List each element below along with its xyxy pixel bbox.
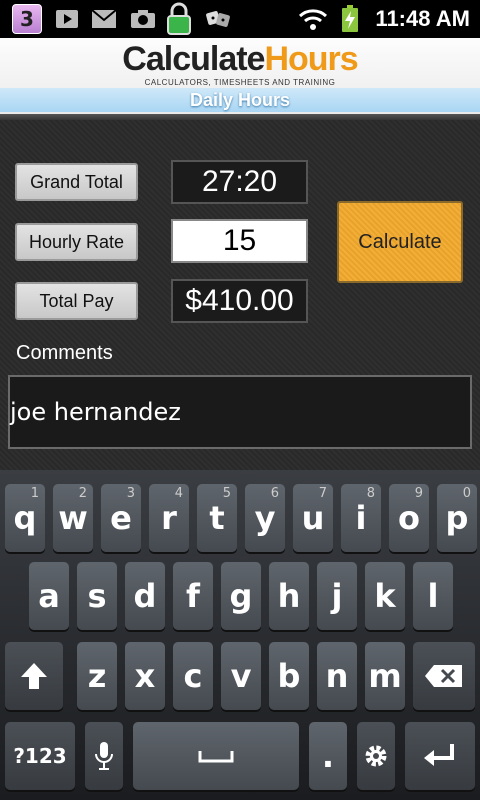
key-z[interactable]: z <box>77 642 117 710</box>
space-icon <box>198 751 234 763</box>
calculator-panel: Grand Total 27:20 Hourly Rate 15 Total P… <box>0 120 480 470</box>
grand-total-value: 27:20 <box>171 160 308 204</box>
key-v[interactable]: v <box>221 642 261 710</box>
logo-part-hours: Hours <box>264 40 358 78</box>
gmail-icon <box>90 5 118 33</box>
key-i[interactable]: 8i <box>341 484 381 552</box>
key-label: t <box>209 499 225 537</box>
calculate-button[interactable]: Calculate <box>337 201 463 283</box>
logo-tagline: CALCULATORS, TIMESHEETS AND TRAINING <box>144 78 336 87</box>
key-hint: 8 <box>366 486 375 501</box>
notification-count: 3 <box>20 7 34 31</box>
key-s[interactable]: s <box>77 562 117 630</box>
key-n[interactable]: n <box>317 642 357 710</box>
wifi-icon <box>298 5 328 33</box>
notification-badge-icon[interactable]: 3 <box>12 4 42 34</box>
voice-input-key[interactable] <box>85 722 123 790</box>
key-h[interactable]: h <box>269 562 309 630</box>
key-r[interactable]: 4r <box>149 484 189 552</box>
key-hint: 2 <box>78 486 87 501</box>
enter-key[interactable] <box>405 722 475 790</box>
total-pay-value: $410.00 <box>171 279 308 323</box>
key-q[interactable]: 1q <box>5 484 45 552</box>
status-time: 11:48 AM <box>375 6 470 31</box>
key-p[interactable]: 0p <box>437 484 477 552</box>
key-hint: 4 <box>174 486 183 501</box>
youtube-icon <box>54 5 80 33</box>
logo-part-calculate: Calculate <box>122 40 265 78</box>
key-label: e <box>110 499 132 537</box>
key-hint: 7 <box>318 486 327 501</box>
shift-icon <box>21 663 47 689</box>
camera-icon <box>130 5 156 33</box>
key-f[interactable]: f <box>173 562 213 630</box>
total-pay-button[interactable]: Total Pay <box>15 282 138 320</box>
key-label: o <box>398 499 420 537</box>
key-l[interactable]: l <box>413 562 453 630</box>
key-c[interactable]: c <box>173 642 213 710</box>
gear-icon <box>365 745 387 767</box>
key-hint: 1 <box>30 486 39 501</box>
key-e[interactable]: 3e <box>101 484 141 552</box>
grand-total-button[interactable]: Grand Total <box>15 163 138 201</box>
dice-icon <box>204 5 232 33</box>
key-y[interactable]: 6y <box>245 484 285 552</box>
key-hint: 0 <box>462 486 471 501</box>
key-label: i <box>355 499 367 537</box>
key-m[interactable]: m <box>365 642 405 710</box>
lock-icon <box>164 2 194 36</box>
comments-label: Comments <box>16 342 113 364</box>
key-b[interactable]: b <box>269 642 309 710</box>
key-hint: 3 <box>126 486 135 501</box>
key-k[interactable]: k <box>365 562 405 630</box>
settings-key[interactable] <box>357 722 395 790</box>
microphone-icon <box>95 742 113 770</box>
backspace-key[interactable] <box>413 642 475 710</box>
key-a[interactable]: a <box>29 562 69 630</box>
key-label: u <box>301 499 325 537</box>
key-label: r <box>161 499 177 537</box>
key-label: p <box>445 499 469 537</box>
key-t[interactable]: 5t <box>197 484 237 552</box>
status-bar: 3 11:48 AM <box>0 0 480 38</box>
key-w[interactable]: 2w <box>53 484 93 552</box>
key-label: w <box>58 499 88 537</box>
period-key[interactable]: . <box>309 722 347 790</box>
soft-keyboard: 1q 2w 3e 4r 5t 6y 7u 8i 9o 0p a s d f g … <box>0 470 480 800</box>
key-u[interactable]: 7u <box>293 484 333 552</box>
symbols-key[interactable]: ?123 <box>5 722 75 790</box>
key-d[interactable]: d <box>125 562 165 630</box>
hourly-rate-button[interactable]: Hourly Rate <box>15 223 138 261</box>
page-title: Daily Hours <box>0 88 480 112</box>
key-o[interactable]: 9o <box>389 484 429 552</box>
app-banner: CalculateHours CALCULATORS, TIMESHEETS A… <box>0 38 480 116</box>
hourly-rate-input[interactable]: 15 <box>171 219 308 263</box>
key-hint: 6 <box>270 486 279 501</box>
space-key[interactable] <box>133 722 299 790</box>
enter-icon <box>424 744 454 766</box>
key-hint: 5 <box>222 486 231 501</box>
key-x[interactable]: x <box>125 642 165 710</box>
key-hint: 9 <box>414 486 423 501</box>
app-logo: CalculateHours <box>0 40 480 79</box>
key-label: q <box>13 499 37 537</box>
shift-key[interactable] <box>5 642 63 710</box>
backspace-icon <box>425 665 462 687</box>
battery-charging-icon <box>340 5 360 33</box>
key-g[interactable]: g <box>221 562 261 630</box>
key-label: y <box>254 499 276 537</box>
comments-input[interactable]: joe hernandez <box>8 375 472 449</box>
key-j[interactable]: j <box>317 562 357 630</box>
